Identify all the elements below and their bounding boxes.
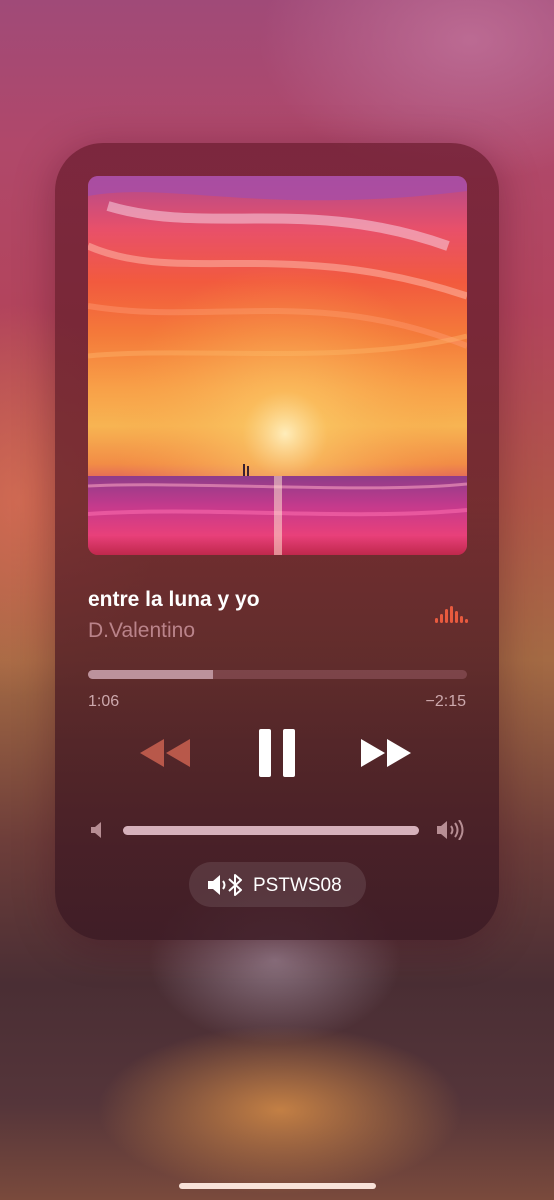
- playback-progress-fill: [88, 670, 214, 679]
- speaker-low-icon: [89, 822, 105, 843]
- album-artwork[interactable]: [88, 176, 467, 555]
- volume-level-fill: [123, 826, 419, 835]
- rewind-icon: [140, 739, 190, 767]
- bluetooth-speaker-icon: [208, 874, 242, 896]
- forward-button[interactable]: [361, 739, 411, 772]
- home-indicator[interactable]: [179, 1183, 376, 1189]
- playback-scrubber[interactable]: [88, 670, 467, 679]
- artist-name[interactable]: D.Valentino: [88, 619, 195, 643]
- track-title: entre la luna y yo: [88, 588, 260, 611]
- rewind-button[interactable]: [140, 739, 190, 772]
- pause-button[interactable]: [259, 729, 295, 782]
- remaining-time: −2:15: [425, 693, 466, 710]
- audio-output-button[interactable]: PSTWS08: [189, 862, 366, 907]
- fast-forward-icon: [361, 739, 411, 767]
- elapsed-time: 1:06: [88, 693, 120, 710]
- output-device-name: PSTWS08: [253, 875, 342, 896]
- volume-slider[interactable]: [123, 826, 419, 835]
- audio-waveform-icon: [435, 605, 468, 623]
- speaker-high-icon: [435, 819, 465, 845]
- pause-icon: [259, 729, 295, 777]
- artwork-painting: [88, 176, 467, 555]
- now-playing-card: entre la luna y yo D.Valentino 1:06 −2:1…: [55, 143, 499, 940]
